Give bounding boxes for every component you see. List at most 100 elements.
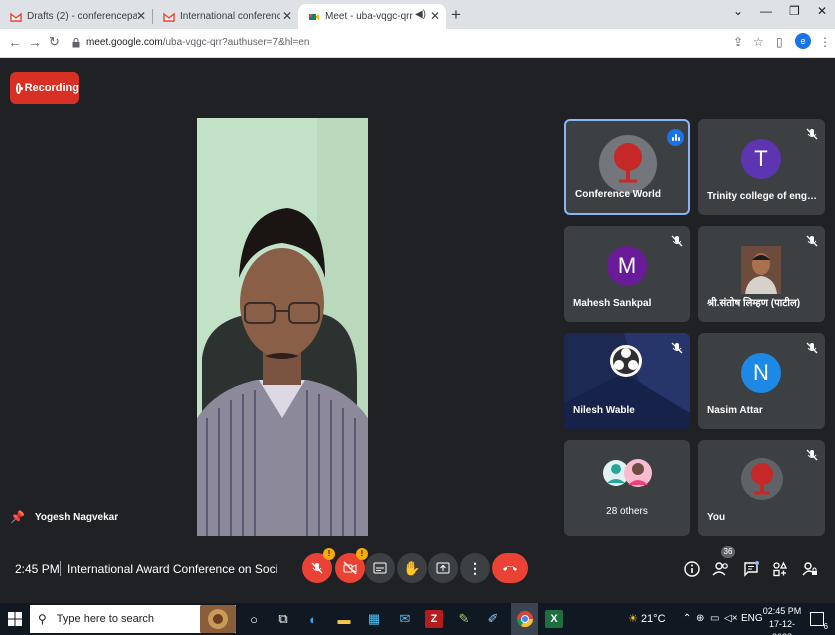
volume-muted-icon[interactable]: ◁× — [724, 613, 738, 624]
share-icon[interactable]: ⇪ — [733, 35, 743, 49]
restore-icon[interactable]: ❐ — [789, 4, 800, 18]
participant-avatar: N — [741, 353, 781, 393]
system-clock[interactable]: 02:45 PM 17-12-2022 — [762, 605, 802, 635]
participant-photo — [741, 246, 781, 294]
task-view-icon[interactable]: ⧉ — [274, 610, 292, 628]
participant-avatar: M — [607, 246, 647, 286]
profile-avatar[interactable]: e — [795, 33, 811, 49]
obs-logo-icon — [610, 345, 642, 377]
mail-icon[interactable]: ✉ — [396, 610, 414, 628]
audio-playing-icon[interactable]: ◀) — [415, 9, 426, 20]
tab-title: Meet - uba-vqgc-qrr — [325, 11, 413, 22]
clock-time: 02:45 PM — [762, 606, 802, 616]
activities-button[interactable] — [771, 560, 789, 578]
hang-up-icon — [503, 566, 517, 571]
activities-icon — [773, 561, 788, 577]
participant-tile[interactable]: N Nasim Attar — [698, 333, 825, 429]
cortana-icon[interactable]: ○ — [245, 610, 263, 628]
gmail-icon — [10, 12, 22, 22]
app-icon[interactable]: ✐ — [484, 610, 502, 628]
participant-name: श्री.संतोष लिम्हण (पाटील) — [707, 298, 801, 309]
participant-name: Nilesh Wable — [573, 405, 635, 416]
tab-international-conference[interactable]: International conference Mail ✕ — [153, 4, 298, 29]
others-count-label: 28 others — [606, 506, 648, 517]
record-icon — [16, 82, 23, 94]
raise-hand-button[interactable]: ✋ — [397, 553, 427, 583]
minimize-icon[interactable]: — — [760, 4, 772, 18]
weather-widget[interactable]: ☀ 21°C — [628, 612, 666, 625]
host-controls-button[interactable] — [801, 560, 819, 578]
mic-off-icon — [311, 562, 323, 574]
network-icon[interactable]: ⊕ — [696, 613, 704, 624]
notification-center-icon[interactable]: 6 — [810, 612, 828, 631]
file-explorer-icon[interactable]: ▬ — [335, 610, 353, 628]
participant-tile[interactable]: T Trinity college of engg & ... — [698, 119, 825, 215]
windows-start-icon[interactable] — [8, 612, 22, 626]
participant-name: Trinity college of engg & ... — [707, 191, 819, 202]
close-tab-icon[interactable]: ✕ — [136, 9, 146, 23]
chat-button[interactable] — [742, 560, 760, 578]
windows-taskbar: ⚲ Type here to search ○ ⧉ ◐ ▬ ▦ ✉ Z ✎ ✐ … — [0, 603, 835, 635]
lock-icon[interactable] — [72, 38, 80, 48]
meeting-details-button[interactable] — [683, 560, 701, 578]
participant-tile[interactable]: M Mahesh Sankpal — [564, 226, 690, 322]
battery-icon[interactable]: ▭ — [710, 613, 719, 624]
excel-icon[interactable]: X — [545, 610, 563, 628]
url-host: meet.google.com — [86, 37, 163, 48]
speaking-indicator-icon — [667, 129, 684, 146]
leave-call-button[interactable] — [492, 553, 528, 583]
present-screen-button[interactable] — [428, 553, 458, 583]
tab-title: Drafts (2) - conferencepaper626@ — [27, 11, 137, 22]
close-tab-icon[interactable]: ✕ — [430, 9, 440, 23]
mic-toggle-button[interactable]: ! — [302, 548, 335, 583]
main-speaker-name: Yogesh Nagvekar — [34, 511, 119, 523]
mic-off-icon — [671, 342, 683, 354]
captions-button[interactable] — [365, 553, 395, 583]
camera-toggle-button[interactable]: ! — [335, 548, 368, 583]
self-tile[interactable]: You — [698, 440, 825, 536]
address-bar[interactable]: meet.google.com/uba-vqgc-qrr?authuser=7&… — [86, 37, 309, 48]
participant-tile[interactable]: Nilesh Wable — [564, 333, 690, 429]
reload-icon[interactable]: ↻ — [49, 34, 60, 50]
close-tab-icon[interactable]: ✕ — [282, 9, 292, 23]
camera-off-icon — [343, 561, 357, 575]
mic-off-icon — [671, 235, 683, 247]
mic-off-icon — [806, 449, 818, 461]
new-tab-button[interactable]: + — [451, 5, 461, 25]
language-indicator[interactable]: ENG — [741, 613, 763, 624]
others-tile[interactable]: 28 others — [564, 440, 690, 536]
people-icon — [712, 562, 728, 576]
back-icon[interactable]: ← — [8, 34, 22, 50]
more-options-button[interactable]: ⋮ — [460, 553, 490, 583]
bookmark-star-icon[interactable]: ☆ — [753, 35, 764, 49]
store-icon[interactable]: ▦ — [365, 610, 383, 628]
close-window-icon[interactable]: ✕ — [817, 4, 827, 18]
sun-icon: ☀ — [628, 613, 638, 625]
pin-icon[interactable]: 📌 — [10, 510, 25, 524]
tab-drafts[interactable]: Drafts (2) - conferencepaper626@ ✕ — [0, 4, 152, 29]
participant-tile[interactable]: Conference World — [564, 119, 690, 215]
tab-meet[interactable]: Meet - uba-vqgc-qrr ◀) ✕ — [298, 4, 446, 29]
people-button[interactable] — [712, 560, 730, 578]
main-speaker-label: 📌 Yogesh Nagvekar — [10, 510, 118, 524]
tab-search-icon[interactable]: ⌄ — [733, 4, 743, 18]
filezilla-icon[interactable]: Z — [425, 610, 443, 628]
clock-date: 17-12-2022 — [768, 619, 795, 635]
mic-off-icon — [806, 128, 818, 140]
tray-expand-icon[interactable]: ⌃ — [683, 613, 691, 624]
meeting-time: 2:45 PM — [15, 562, 60, 576]
conference-logo-icon — [599, 135, 657, 193]
recording-indicator[interactable]: Recording — [10, 72, 79, 104]
side-panel-icon[interactable]: ▯ — [776, 35, 783, 49]
warning-badge: ! — [323, 548, 335, 560]
participant-name: Nasim Attar — [707, 405, 763, 416]
forward-icon[interactable]: → — [28, 34, 42, 50]
app-icon[interactable]: ✎ — [455, 610, 473, 628]
chat-icon — [744, 561, 759, 577]
menu-kebab-icon[interactable]: ⋮ — [819, 35, 831, 49]
participant-tile[interactable]: श्री.संतोष लिम्हण (पाटील) — [698, 226, 825, 322]
edge-icon[interactable]: ◐ — [304, 610, 322, 628]
temperature: 21°C — [640, 613, 666, 625]
chrome-icon[interactable] — [516, 610, 534, 628]
info-icon — [684, 561, 700, 577]
